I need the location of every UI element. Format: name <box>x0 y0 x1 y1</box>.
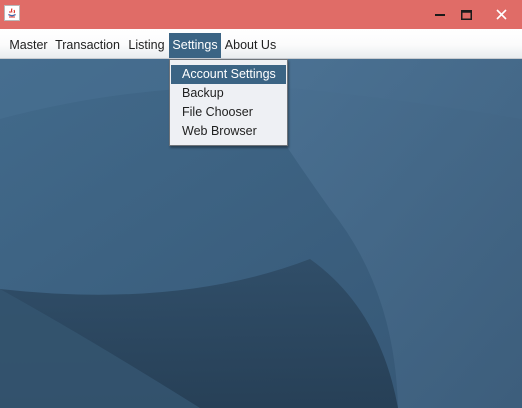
menu-item-file-chooser[interactable]: File Chooser <box>171 103 286 122</box>
settings-dropdown-menu: Account Settings Backup File Chooser Web… <box>169 59 288 146</box>
menu-master[interactable]: Master <box>6 33 51 58</box>
menu-transaction[interactable]: Transaction <box>51 33 124 58</box>
close-button[interactable] <box>480 0 522 29</box>
menu-item-backup[interactable]: Backup <box>171 84 286 103</box>
minimize-button[interactable] <box>427 0 452 29</box>
maximize-icon <box>460 9 472 20</box>
title-bar[interactable] <box>0 0 522 29</box>
application-window: Master Transaction Listing Settings Abou… <box>0 0 522 408</box>
maximize-button[interactable] <box>452 0 480 29</box>
java-cup-icon <box>4 5 20 21</box>
minimize-icon <box>434 13 445 16</box>
menu-listing[interactable]: Listing <box>124 33 169 58</box>
menu-bar: Master Transaction Listing Settings Abou… <box>0 29 522 59</box>
menu-item-account-settings[interactable]: Account Settings <box>171 65 286 84</box>
menu-settings[interactable]: Settings <box>169 33 221 58</box>
close-icon <box>495 9 507 20</box>
menu-about-us[interactable]: About Us <box>221 33 280 58</box>
menu-item-web-browser[interactable]: Web Browser <box>171 122 286 141</box>
